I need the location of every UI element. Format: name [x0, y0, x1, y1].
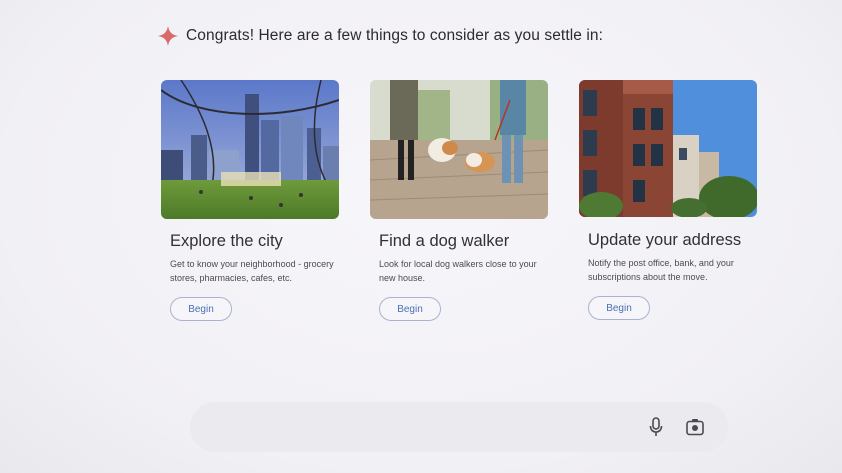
prompt-input-bar[interactable]: [190, 402, 728, 452]
camera-icon[interactable]: [686, 418, 704, 436]
card-title: Update your address: [588, 231, 742, 249]
microphone-icon[interactable]: [649, 417, 663, 437]
card-description: Get to know your neighborhood - grocery …: [170, 259, 334, 283]
begin-button-update-address[interactable]: Begin: [588, 296, 650, 320]
card-description: Notify the post office, bank, and your s…: [588, 258, 734, 282]
begin-button-explore-city[interactable]: Begin: [170, 297, 232, 321]
brick-building-photo: [579, 80, 757, 217]
card-description: Look for local dog walkers close to your…: [379, 259, 537, 283]
header-text: Congrats! Here are a few things to consi…: [186, 27, 604, 44]
city-skyline-photo: [161, 80, 339, 219]
prompt-header: Congrats! Here are a few things to consi…: [158, 26, 603, 46]
card-update-address: Update your address Notify the post offi…: [579, 80, 757, 320]
dog-walking-photo: [370, 80, 548, 219]
card-title: Find a dog walker: [379, 232, 510, 250]
card-explore-city: Explore the city Get to know your neighb…: [161, 80, 339, 321]
app-screen: Congrats! Here are a few things to consi…: [0, 0, 842, 473]
card-find-dog-walker: Find a dog walker Look for local dog wal…: [370, 80, 548, 321]
begin-button-find-dog-walker[interactable]: Begin: [379, 297, 441, 321]
sparkle-icon: [158, 26, 178, 46]
card-title: Explore the city: [170, 232, 283, 250]
